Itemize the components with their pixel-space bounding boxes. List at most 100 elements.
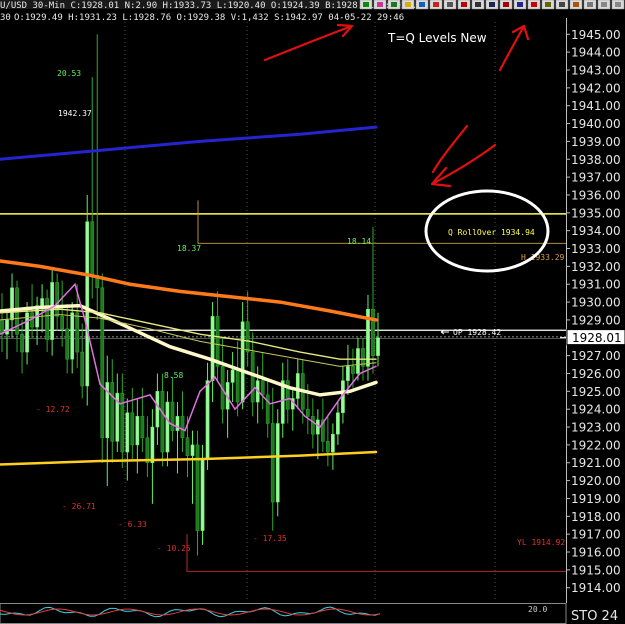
price-tick-label: 1929.00	[571, 313, 621, 327]
price-tick-label: 1941.00	[571, 99, 621, 113]
candle-body	[240, 321, 245, 403]
price-tick-label: 1920.00	[571, 474, 621, 488]
bars-icon[interactable]	[415, 0, 429, 10]
candle-body	[75, 312, 80, 353]
zoom-icon[interactable]	[359, 0, 373, 10]
sto-panel-border	[0, 603, 567, 624]
candle-body	[351, 366, 355, 374]
price-tick-label: 1921.00	[571, 456, 621, 470]
stop-icon[interactable]	[457, 0, 471, 10]
q-rollover-label: Q RollOver 1934.94	[448, 228, 535, 237]
candle-body	[150, 426, 155, 463]
price-tick-label: 1937.00	[571, 171, 621, 185]
price-tick-label: 1938.00	[571, 153, 621, 167]
alert-icon[interactable]	[527, 0, 541, 10]
candle-body	[371, 308, 375, 356]
price-tick-label: 1917.00	[571, 528, 621, 542]
price-tick-label: 1940.00	[571, 117, 621, 131]
value-label-price-left: 1942.37	[58, 109, 92, 118]
value-label-mid-val: 8.58	[164, 371, 183, 380]
candle-body	[356, 348, 360, 374]
value-label-neg5: - 17.35	[253, 534, 287, 543]
candle-body	[245, 321, 250, 353]
price-tick-label: 1924.00	[571, 403, 621, 417]
candle-body	[346, 366, 350, 381]
candle-body	[326, 441, 330, 453]
price-tick-label: 1923.00	[571, 421, 621, 435]
candle-body	[85, 221, 90, 387]
sto-mini-label: 20.0	[528, 605, 547, 614]
candle-body	[195, 444, 200, 531]
price-tick-label: 1932.00	[571, 260, 621, 274]
line-icon[interactable]	[471, 0, 485, 10]
cursor-icon[interactable]	[555, 0, 569, 10]
candle-body	[125, 412, 130, 453]
last-price-label: 1928.01	[572, 331, 622, 345]
minimize-icon[interactable]	[583, 0, 597, 10]
fib-icon[interactable]	[485, 0, 499, 10]
candle-body	[65, 328, 70, 360]
grid-icon[interactable]	[443, 0, 457, 10]
candle-body	[270, 423, 275, 503]
price-tick-label: 1936.00	[571, 188, 621, 202]
close-icon[interactable]	[611, 0, 625, 10]
price-tick-label: 1935.00	[571, 206, 621, 220]
price-tick-label: 1934.00	[571, 224, 621, 238]
candle-body	[275, 423, 280, 503]
candle-body	[331, 433, 335, 453]
candle-body	[10, 287, 14, 321]
value-label-neg3: - 6.33	[118, 520, 147, 529]
candle-body	[310, 416, 315, 435]
value-label-neg2: - 26.71	[62, 502, 96, 511]
candle-body	[305, 408, 310, 417]
candle-body	[215, 316, 220, 367]
tool-icon[interactable]	[569, 0, 583, 10]
bar-info-text: O:1929.49 H:1931.23 L:1928.76 O:1929.38 …	[14, 13, 404, 23]
candle-body	[295, 373, 300, 399]
value-label-right-high: 18.14	[347, 237, 371, 246]
rect-icon[interactable]	[541, 0, 555, 10]
toolbar	[359, 0, 625, 10]
marker-icon[interactable]	[429, 0, 443, 10]
price-tick-label: 1915.00	[571, 563, 621, 577]
candle-body	[135, 416, 140, 446]
text-icon[interactable]	[513, 0, 527, 10]
price-tick-label: 1925.00	[571, 385, 621, 399]
price-tick-label: 1922.00	[571, 438, 621, 452]
candle-body	[260, 380, 265, 396]
price-tick-label: 1931.00	[571, 278, 621, 292]
candle-body	[190, 444, 195, 456]
candle-body	[376, 337, 380, 356]
annotation-title: T=Q Levels New	[387, 31, 487, 45]
candle-body	[185, 437, 190, 456]
candle-body	[110, 382, 115, 442]
chart-window: U/USD 30-Min C:1928.01 N:2.90 H:1933.73 …	[0, 0, 625, 624]
price-tick-label: 1939.00	[571, 135, 621, 149]
crosshair-icon[interactable]	[373, 0, 387, 10]
tree-icon[interactable]	[387, 0, 401, 10]
yl-level-label: YL 1914.92	[517, 538, 565, 547]
candle-body	[155, 391, 160, 428]
arrow-icon[interactable]	[499, 0, 513, 10]
price-tick-label: 1926.00	[571, 367, 621, 381]
candle-body	[165, 401, 170, 453]
candle-body	[60, 316, 65, 330]
candle-body	[90, 221, 95, 276]
restore-icon[interactable]	[597, 0, 611, 10]
value-label-mid-high: 18.37	[177, 244, 201, 253]
left-edge-text: 30	[0, 13, 11, 23]
candle-body	[100, 287, 105, 439]
candle-body	[200, 458, 205, 531]
price-tick-label: 1927.00	[571, 349, 621, 363]
price-tick-label: 1942.00	[571, 81, 621, 95]
candle-body	[80, 351, 85, 387]
candle-body	[130, 412, 135, 446]
value-label-neg4: - 10.25	[157, 544, 191, 553]
op-level-label: OP 1928.42	[453, 328, 501, 337]
candle-body	[120, 392, 125, 453]
candle-body	[50, 282, 54, 340]
candle-body	[180, 416, 185, 439]
candle-body	[175, 416, 180, 431]
pencil-icon[interactable]	[401, 0, 415, 10]
candle-body	[230, 369, 235, 383]
